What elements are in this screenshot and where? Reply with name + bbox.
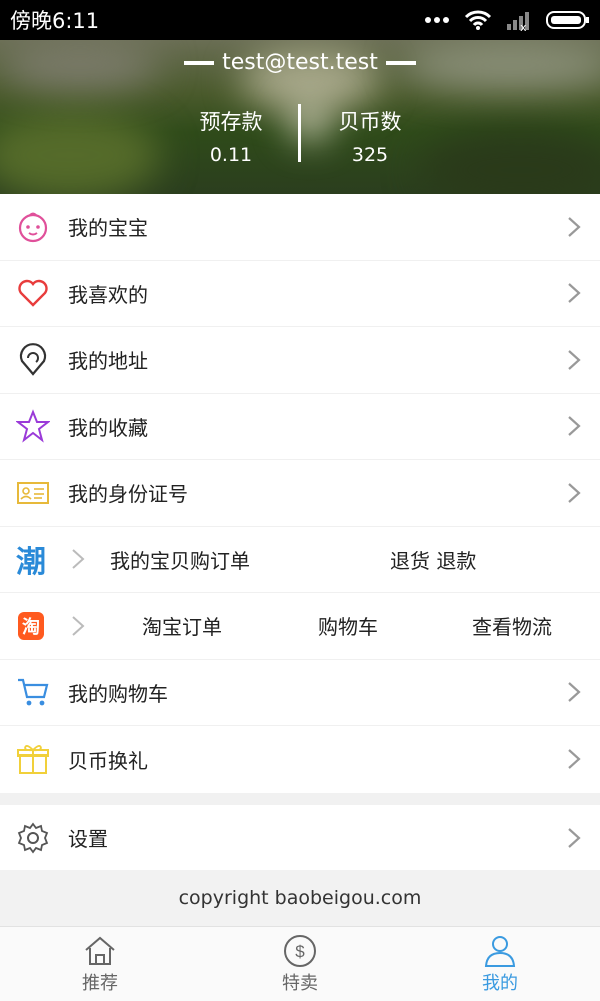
nav-label-recommend: 推荐 xyxy=(82,973,118,994)
gift-icon xyxy=(16,742,50,776)
taobao-cart-link[interactable]: 购物车 xyxy=(318,611,378,640)
user-email-row: test@test.test xyxy=(0,50,600,75)
gear-icon xyxy=(16,821,50,855)
nav-label-mine: 我的 xyxy=(482,973,518,994)
baby-icon xyxy=(16,210,50,244)
menu-item-id-card[interactable]: 我的身份证号 xyxy=(0,460,600,527)
bottom-nav: 推荐 $ 特卖 我的 xyxy=(0,926,600,1001)
nav-tab-recommend[interactable]: 推荐 xyxy=(0,927,200,1001)
chevron-right-icon xyxy=(568,349,581,370)
user-email: test@test.test xyxy=(222,50,378,75)
svg-text:$: $ xyxy=(295,942,305,961)
chevron-right-icon xyxy=(72,616,85,636)
coins-value: 325 xyxy=(351,144,389,166)
menu-label-collection: 我的收藏 xyxy=(68,415,148,440)
dollar-icon: $ xyxy=(284,935,316,967)
signal-icon: x xyxy=(506,9,532,31)
home-icon xyxy=(85,936,115,965)
returns-refunds-link[interactable]: 退货 退款 xyxy=(390,545,476,574)
taobao-orders-link[interactable]: 淘宝订单 xyxy=(142,611,222,640)
chevron-right-icon xyxy=(568,749,581,770)
menu-item-settings[interactable]: 设置 xyxy=(0,805,600,872)
menu-item-favorites[interactable]: 我喜欢的 xyxy=(0,261,600,327)
chao-orders-row: 潮 我的宝贝购订单 退货 退款 xyxy=(0,527,600,593)
menu-label-my-baby: 我的宝宝 xyxy=(68,216,148,241)
deposit-stat[interactable]: 预存款 0.11 xyxy=(161,106,301,166)
taobao-orders-row: 淘 淘宝订单 购物车 查看物流 xyxy=(0,593,600,660)
chevron-right-icon xyxy=(568,682,581,703)
menu-item-my-cart[interactable]: 我的购物车 xyxy=(0,660,600,726)
id-card-icon xyxy=(16,476,50,510)
copyright-footer: copyright baobeigou.com xyxy=(0,870,600,926)
status-bar: 傍晚6:11 x xyxy=(0,0,600,40)
coins-stat[interactable]: 贝币数 325 xyxy=(300,106,440,166)
battery-icon xyxy=(546,9,590,31)
cart-icon xyxy=(16,675,50,709)
menu-list: 我的宝宝 我喜欢的 我的地址 我的收藏 我的身份证号 潮 我的宝贝购订单 退货 … xyxy=(0,194,600,871)
nav-tab-mine[interactable]: 我的 xyxy=(400,927,600,1001)
svg-text:x: x xyxy=(520,21,527,31)
coins-label: 贝币数 xyxy=(338,110,402,134)
status-icons: x xyxy=(424,9,590,31)
more-dots-icon xyxy=(424,16,450,24)
wifi-icon xyxy=(464,9,492,31)
menu-item-coin-gifts[interactable]: 贝币换礼 xyxy=(0,726,600,793)
menu-label-favorites: 我喜欢的 xyxy=(68,282,148,307)
profile-header: test@test.test 预存款 0.11 贝币数 325 xyxy=(0,40,600,194)
user-icon xyxy=(484,936,516,967)
menu-label-id-card: 我的身份证号 xyxy=(68,482,188,507)
chevron-right-icon xyxy=(568,416,581,437)
nav-label-sale: 特卖 xyxy=(282,973,318,994)
deposit-label: 预存款 xyxy=(199,110,263,134)
chevron-right-icon xyxy=(568,827,581,848)
menu-item-my-baby[interactable]: 我的宝宝 xyxy=(0,194,600,261)
menu-item-collection[interactable]: 我的收藏 xyxy=(0,394,600,460)
menu-label-settings: 设置 xyxy=(68,827,108,852)
location-icon xyxy=(16,342,50,377)
chao-logo-icon: 潮 xyxy=(14,542,48,580)
heart-icon xyxy=(16,276,50,310)
taobao-logo: 淘 xyxy=(18,611,44,640)
copyright-text: copyright baobeigou.com xyxy=(178,887,422,909)
chevron-right-icon xyxy=(568,482,581,503)
chevron-right-icon xyxy=(568,283,581,304)
menu-label-coin-gifts: 贝币换礼 xyxy=(68,748,148,773)
email-left-dash xyxy=(184,60,215,65)
menu-label-address: 我的地址 xyxy=(68,349,148,374)
star-icon xyxy=(16,409,50,443)
menu-label-my-cart: 我的购物车 xyxy=(68,681,168,706)
my-baby-orders-link[interactable]: 我的宝贝购订单 xyxy=(110,545,250,574)
menu-item-address[interactable]: 我的地址 xyxy=(0,327,600,394)
chevron-right-icon xyxy=(72,549,85,569)
status-time: 傍晚6:11 xyxy=(10,9,100,33)
chao-logo: 潮 xyxy=(16,545,46,581)
account-stats: 预存款 0.11 贝币数 325 xyxy=(0,104,600,194)
chevron-right-icon xyxy=(568,216,581,237)
email-right-dash xyxy=(385,60,416,65)
nav-tab-sale[interactable]: $ 特卖 xyxy=(200,927,400,1001)
view-logistics-link[interactable]: 查看物流 xyxy=(472,611,552,640)
deposit-value: 0.11 xyxy=(209,144,253,166)
taobao-logo-icon: 淘 xyxy=(14,609,48,643)
section-gap xyxy=(0,792,600,805)
